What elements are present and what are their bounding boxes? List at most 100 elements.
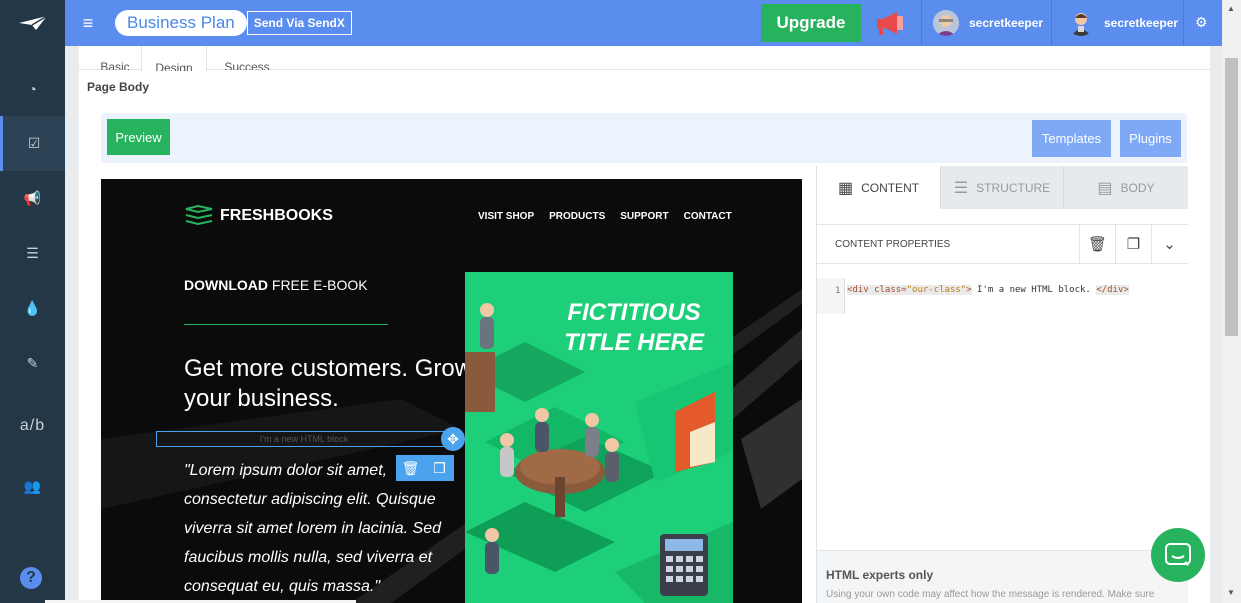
nav-products[interactable]: PRODUCTS (549, 211, 605, 222)
user-menu-2[interactable]: secretkeeper (1068, 0, 1178, 46)
nav-contact[interactable]: CONTACT (684, 211, 732, 222)
user-avatar-icon (933, 10, 959, 36)
sidebar-item-team[interactable]: 👥 (0, 459, 65, 514)
nav-support[interactable]: SUPPORT (620, 211, 668, 222)
editor-gutter (817, 278, 845, 314)
plugins-button[interactable]: Plugins (1120, 120, 1181, 157)
user-avatar-icon (1071, 13, 1091, 36)
freshbooks-logo[interactable]: FRESHBOOKS (184, 205, 333, 227)
code-open-tag: <div class="our-class"> (847, 285, 972, 295)
users-icon: 👥 (23, 478, 42, 494)
html-warning-footer: HTML experts only Using your own code ma… (817, 550, 1188, 603)
trash-icon[interactable]: 🗑 (396, 455, 425, 481)
settings-gears-icon[interactable]: ⚙ (1195, 14, 1208, 31)
topbar-divider (1051, 0, 1052, 46)
dashboard-gauge-icon: ◔ (28, 80, 37, 97)
templates-button[interactable]: Templates (1032, 120, 1111, 157)
content-properties-label: CONTENT PROPERTIES (835, 239, 951, 250)
code-text: I'm a new HTML block. (971, 285, 1097, 295)
ebook-cover: FICTITIOUS TITLE HERE (465, 272, 733, 603)
sidebar-item-drip[interactable]: 💧 (0, 281, 65, 336)
email-canvas[interactable]: FRESHBOOKS VISIT SHOP PRODUCTS SUPPORT C… (101, 179, 802, 603)
freshbooks-logo-icon (185, 205, 213, 226)
rows-icon: ☰ (953, 179, 969, 197)
html-code-editor[interactable]: 1 <div class="our-class"> I'm a new HTML… (817, 278, 1188, 550)
scroll-up-arrow-icon[interactable]: ▲ (1227, 4, 1235, 13)
top-bar: ≡ Business Plan Send Via SendX Upgrade s… (65, 0, 1222, 46)
topbar-divider (921, 0, 922, 46)
tab-structure[interactable]: ☰ STRUCTURE (941, 166, 1064, 209)
download-rest: FREE E-BOOK (268, 277, 368, 293)
avatar (1068, 10, 1094, 36)
tab-label: BODY (1120, 180, 1155, 195)
line-number: 1 (835, 286, 841, 296)
move-arrows-icon[interactable]: ✥ (441, 427, 465, 451)
tab-label: Design (155, 61, 193, 71)
editor-toolbar: Preview Templates Plugins (101, 113, 1187, 163)
send-via-sendx-button[interactable]: Send Via SendX (246, 11, 352, 35)
trash-icon[interactable]: 🗑 (1079, 225, 1115, 263)
checkbox-icon: ☑ (27, 135, 41, 151)
tab-label: CONTENT (861, 180, 920, 195)
properties-panel: ▦ CONTENT ☰ STRUCTURE ▤ BODY CONTENT PRO… (816, 166, 1188, 603)
tab-content[interactable]: ▦ CONTENT (817, 166, 941, 209)
paper-plane-icon (18, 15, 47, 30)
code-string: "our-class" (906, 285, 967, 295)
email-nav: VISIT SHOP PRODUCTS SUPPORT CONTACT (478, 211, 732, 222)
page-body-label: Page Body (87, 80, 150, 94)
ab-test-label: a/b (19, 416, 46, 434)
logo-text: FRESHBOOKS (220, 207, 333, 224)
email-headline: Get more customers. Grow your business. (184, 355, 473, 412)
code-token: <div class= (847, 285, 907, 295)
html-block-selected[interactable]: I'm a new HTML block (156, 431, 452, 447)
help-icon[interactable]: ? (20, 567, 42, 589)
chevron-down-icon[interactable]: ⌄ (1151, 225, 1187, 263)
user-name: secretkeeper (1104, 16, 1179, 30)
download-heading: DOWNLOAD FREE E-BOOK (184, 277, 368, 293)
app-logo[interactable] (0, 0, 65, 46)
sidebar-item-dashboard[interactable]: ◔ (0, 61, 65, 116)
plan-badge[interactable]: Business Plan (115, 10, 247, 36)
tab-design[interactable]: Design (141, 46, 207, 71)
scrollbar-thumb[interactable] (1225, 58, 1238, 336)
drop-icon: 💧 (23, 300, 42, 316)
ebook-title: FICTITIOUS TITLE HERE (563, 299, 704, 356)
duplicate-icon[interactable]: ❐ (425, 455, 454, 481)
nav-visit-shop[interactable]: VISIT SHOP (478, 211, 534, 222)
tab-success[interactable]: Success (209, 46, 285, 70)
form-tabs: Basic Design Success (79, 46, 1210, 71)
chat-launcher-button[interactable] (1151, 528, 1205, 582)
user-name: secretkeeper (969, 16, 1044, 30)
preview-button[interactable]: Preview (107, 119, 170, 155)
sidebar-item-ab-test[interactable]: a/b (0, 398, 65, 453)
upgrade-button[interactable]: Upgrade (761, 4, 861, 42)
sidebar-item-automation[interactable]: ✎ (0, 336, 65, 391)
sidebar-item-forms[interactable]: ☑ (0, 116, 65, 171)
divider-line (184, 324, 388, 325)
duplicate-icon[interactable]: ❐ (1115, 225, 1151, 263)
tab-label: STRUCTURE (976, 180, 1051, 195)
bullhorn-icon: 📢 (23, 190, 42, 206)
sidebar-item-campaigns[interactable]: 📢 (0, 171, 65, 226)
panel-tabs: ▦ CONTENT ☰ STRUCTURE ▤ BODY (817, 166, 1188, 209)
avatar (933, 10, 959, 36)
code-line[interactable]: <div class="our-class"> I'm a new HTML b… (847, 285, 1129, 295)
megaphone-icon[interactable] (875, 10, 905, 36)
document-icon: ▤ (1097, 179, 1113, 197)
tab-basic[interactable]: Basic (87, 46, 143, 70)
sidebar-item-lists[interactable]: ☰ (0, 226, 65, 281)
scroll-down-arrow-icon[interactable]: ▼ (1227, 588, 1235, 597)
content-properties-bar: CONTENT PROPERTIES 🗑 ❐ ⌄ (817, 224, 1188, 264)
user-menu-1[interactable]: secretkeeper (933, 0, 1043, 46)
list-icon: ☰ (26, 245, 39, 261)
footer-text: Using your own code may affect how the m… (826, 589, 1155, 600)
left-sidebar: ◔ ☑ 📢 ☰ 💧 ✎ a/b 👥 (0, 46, 65, 603)
magic-wand-icon: ✎ (26, 355, 39, 371)
download-bold: DOWNLOAD (184, 277, 268, 293)
grid-icon: ▦ (837, 179, 854, 197)
tab-label: Basic (100, 60, 130, 70)
tab-body[interactable]: ▤ BODY (1064, 166, 1188, 209)
topbar-divider (1183, 0, 1184, 46)
code-close-tag: </div> (1096, 285, 1129, 295)
hamburger-menu-icon[interactable]: ≡ (65, 13, 111, 34)
